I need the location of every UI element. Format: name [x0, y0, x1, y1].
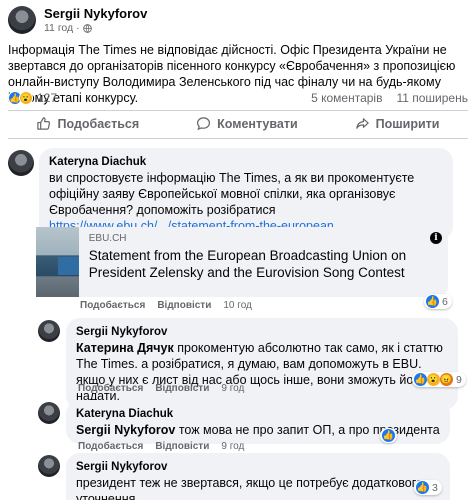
- post-stats: 5 коментарів 11 поширень: [311, 91, 468, 105]
- comment-meta: Подобається Відповісти 10 год: [80, 300, 252, 311]
- post-header: Sergii Nykyforov 11 год ·: [8, 6, 147, 34]
- comment-author[interactable]: Kateryna Diachuk: [49, 154, 443, 170]
- comment-reply-link[interactable]: Відповісти: [157, 300, 211, 311]
- like-label: Подобається: [57, 116, 140, 131]
- comment-time[interactable]: 10 год: [223, 300, 252, 311]
- comment-author[interactable]: Sergii Nykyforov: [76, 459, 440, 475]
- post-time[interactable]: 11 год: [44, 22, 73, 34]
- info-icon[interactable]: i: [430, 232, 442, 244]
- share-button[interactable]: Поширити: [355, 116, 440, 131]
- link-preview-card[interactable]: EBU.CH Statement from the European Broad…: [36, 227, 448, 297]
- link-thumbnail: [36, 227, 79, 297]
- like-reaction-icon: 👍: [414, 373, 427, 386]
- comment-bubble: Sergii Nykyforov Катерина Дячук прокомен…: [66, 318, 458, 410]
- mention-tag[interactable]: Sergii Nykyforov: [76, 423, 175, 437]
- comment-like-link[interactable]: Подобається: [80, 300, 145, 311]
- reaction-count: 6: [442, 295, 448, 308]
- comment-text: ви спростовуєте інформацію The Times, а …: [49, 171, 415, 217]
- divider: [8, 138, 468, 139]
- thumbs-up-icon: [37, 117, 51, 130]
- comment-button[interactable]: Коментувати: [196, 116, 298, 131]
- avatar[interactable]: [38, 320, 60, 342]
- avatar[interactable]: [38, 402, 60, 424]
- comment-reply-link[interactable]: Відповісти: [155, 441, 209, 452]
- wow-reaction-icon: 😮: [19, 91, 33, 105]
- share-label: Поширити: [375, 116, 440, 131]
- comment-meta: Подобається Відповісти 9 год: [78, 441, 244, 452]
- avatar[interactable]: [8, 6, 36, 34]
- comments-count[interactable]: 5 коментарів: [311, 91, 382, 105]
- reaction-count: 3: [432, 481, 438, 494]
- comment-reply: Sergii Nykyforov президент теж не зверта…: [38, 453, 450, 500]
- link-title: Statement from the European Broadcasting…: [88, 248, 407, 280]
- comment-author[interactable]: Sergii Nykyforov: [76, 324, 448, 340]
- post-actions: Подобається Коментувати Поширити: [8, 116, 468, 131]
- author-block: Sergii Nykyforov 11 год ·: [44, 6, 147, 34]
- angry-reaction-icon: 😠: [440, 373, 453, 386]
- wow-reaction-icon: 😮: [427, 373, 440, 386]
- divider: [8, 110, 468, 111]
- post-author-name[interactable]: Sergii Nykyforov: [44, 6, 147, 21]
- comment-author[interactable]: Kateryna Diachuk: [76, 406, 440, 422]
- link-card-text: EBU.CH Statement from the European Broad…: [79, 227, 448, 297]
- shares-count[interactable]: 11 поширень: [396, 91, 468, 105]
- link-domain: EBU.CH: [88, 233, 127, 244]
- reaction-badge[interactable]: 👍: [380, 428, 397, 443]
- comment-like-link[interactable]: Подобається: [78, 383, 143, 394]
- comment-text: тож мова не про запит ОП, а про президен…: [175, 423, 440, 437]
- comment-reply: Sergii Nykyforov Катерина Дячук прокомен…: [38, 318, 458, 410]
- comment-reply-link[interactable]: Відповісти: [155, 383, 209, 394]
- reaction-badge[interactable]: 👍 😮 😠 9: [412, 372, 466, 387]
- post-meta: 11 год ·: [44, 22, 147, 34]
- comment-time[interactable]: 9 год: [221, 441, 244, 452]
- like-button[interactable]: Подобається: [36, 116, 139, 131]
- reactions-count[interactable]: 127: [37, 91, 57, 105]
- comment-text: президент теж не звертався, якщо це потр…: [76, 476, 423, 500]
- separator-dot: ·: [76, 22, 80, 34]
- share-icon: [355, 118, 369, 129]
- comment-icon: [197, 117, 211, 131]
- globe-icon: [82, 23, 92, 33]
- comment-label: Коментувати: [217, 116, 298, 131]
- like-reaction-icon: 👍: [416, 481, 429, 494]
- comment-time[interactable]: 9 год: [221, 383, 244, 394]
- comment-like-link[interactable]: Подобається: [78, 441, 143, 452]
- avatar[interactable]: [8, 150, 34, 176]
- reaction-count: 9: [456, 373, 462, 386]
- avatar[interactable]: [38, 455, 60, 477]
- like-reaction-icon: 👍: [382, 429, 395, 442]
- reactions-row: 👍 😮 127 5 коментарів 11 поширень: [8, 91, 468, 105]
- comment-meta: Подобається Відповісти 9 год: [78, 383, 244, 394]
- comment-bubble: Sergii Nykyforov президент теж не зверта…: [66, 453, 450, 500]
- reaction-badge[interactable]: 👍 6: [424, 294, 452, 309]
- reaction-icons[interactable]: 👍 😮: [8, 91, 33, 105]
- reaction-badge[interactable]: 👍 3: [414, 480, 442, 495]
- mention-tag[interactable]: Катерина Дячук: [76, 341, 174, 355]
- like-reaction-icon: 👍: [426, 295, 439, 308]
